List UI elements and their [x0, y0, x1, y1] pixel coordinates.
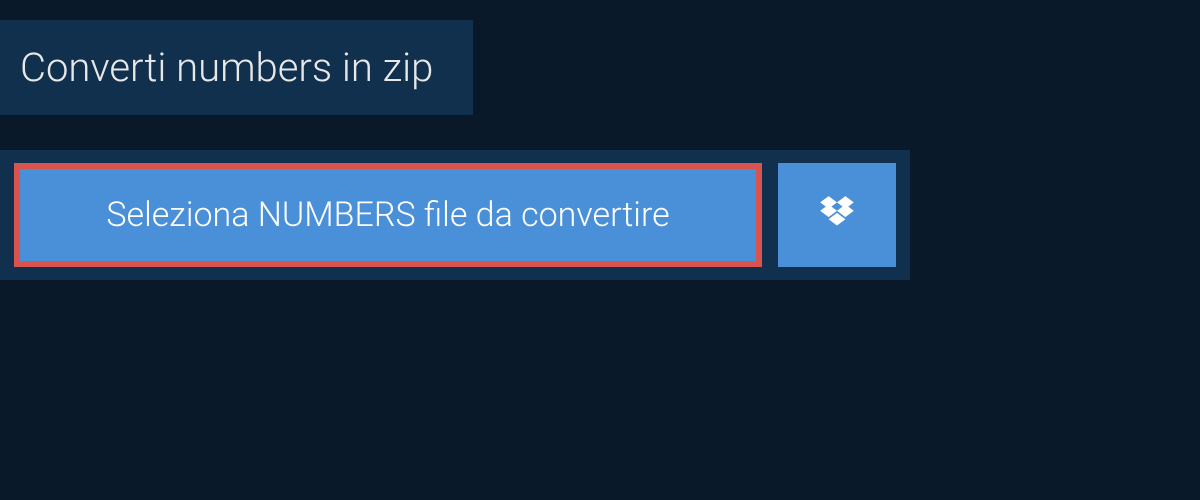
select-file-label: Seleziona NUMBERS file da convertire — [106, 195, 669, 235]
page-title: Converti numbers in zip — [20, 44, 433, 91]
header-tab: Converti numbers in zip — [0, 20, 473, 115]
dropbox-icon — [816, 194, 858, 236]
dropbox-button[interactable] — [778, 163, 896, 267]
select-file-button[interactable]: Seleziona NUMBERS file da convertire — [14, 163, 762, 267]
upload-panel: Seleziona NUMBERS file da convertire — [0, 150, 910, 280]
